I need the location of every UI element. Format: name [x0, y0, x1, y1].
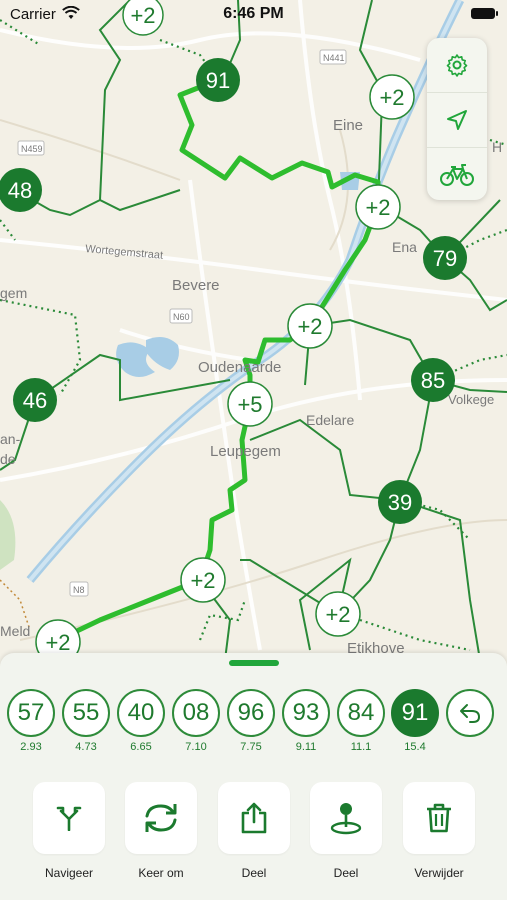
share-button[interactable]: Deel: [214, 782, 294, 880]
map-node[interactable]: 91: [196, 58, 240, 102]
road-label-n441: N441: [323, 53, 345, 63]
action-label: Deel: [333, 866, 359, 880]
route-node-current[interactable]: 91 15.4: [391, 689, 439, 753]
map-node[interactable]: 48: [0, 168, 42, 212]
node-distance: 15.4: [404, 741, 426, 753]
map-node[interactable]: 85: [411, 358, 455, 402]
map-label-gem: gem: [0, 285, 27, 301]
action-label: Keer om: [138, 866, 184, 880]
delete-button[interactable]: Verwijder: [399, 782, 479, 880]
share-icon: [241, 802, 267, 834]
node-distance: 7.10: [185, 741, 207, 753]
road-label-n459: N459: [21, 144, 43, 154]
reverse-button[interactable]: Keer om: [121, 782, 201, 880]
navigate-fork-icon: [56, 806, 82, 831]
node-number: 84: [337, 689, 385, 737]
map-label-de: de: [0, 451, 16, 467]
bicycle-icon: [440, 164, 474, 186]
svg-text:85: 85: [421, 368, 445, 393]
node-number: 57: [7, 689, 55, 737]
node-distance: 11.1: [350, 741, 372, 753]
svg-text:+2: +2: [45, 630, 70, 655]
svg-text:+2: +2: [190, 568, 215, 593]
node-number: 96: [227, 689, 275, 737]
node-distance: 7.75: [240, 741, 262, 753]
trash-icon: [427, 803, 451, 833]
map-label-bevere: Bevere: [172, 277, 220, 294]
route-node[interactable]: 08 7.10: [172, 689, 220, 753]
map-node[interactable]: 79: [423, 236, 467, 280]
svg-text:91: 91: [206, 68, 230, 93]
svg-text:+2: +2: [379, 85, 404, 110]
map-label-ena: Ena: [392, 239, 417, 255]
node-distance: 9.11: [295, 741, 317, 753]
action-label: Deel: [241, 866, 267, 880]
navigate-button[interactable]: Navigeer: [29, 782, 109, 880]
map-label-meld: Meld: [0, 623, 30, 639]
svg-text:+2: +2: [297, 314, 322, 339]
node-number: 08: [172, 689, 220, 737]
node-distance: 4.73: [75, 741, 97, 753]
sheet-grabber[interactable]: [229, 660, 279, 666]
map-node[interactable]: +5: [227, 381, 273, 427]
route-node[interactable]: 57 2.93: [7, 689, 55, 753]
map-label-an: an-: [0, 431, 21, 447]
route-node[interactable]: 40 6.65: [117, 689, 165, 753]
location-arrow-icon: [447, 110, 467, 130]
node-distance: 6.65: [130, 741, 152, 753]
map-label-leupegem: Leupegem: [210, 443, 281, 460]
map-label-eine: Eine: [333, 117, 363, 134]
reverse-arrows-icon: [145, 804, 177, 832]
route-node[interactable]: 55 4.73: [62, 689, 110, 753]
node-number: 55: [62, 689, 110, 737]
gear-icon: [446, 54, 468, 77]
road-label-n60: N60: [173, 312, 190, 322]
map-node[interactable]: +2: [369, 74, 415, 120]
route-node-list: 57 2.93 55 4.73 40 6.65 08 7.10 96 7.75 …: [0, 689, 507, 759]
map-node[interactable]: +2: [315, 591, 361, 637]
map-label-edelare: Edelare: [306, 412, 354, 428]
battery-icon: [471, 8, 498, 19]
route-node[interactable]: 84 11.1: [337, 689, 385, 753]
map-node[interactable]: +2: [180, 557, 226, 603]
svg-text:39: 39: [388, 490, 412, 515]
map-node[interactable]: 46: [13, 378, 57, 422]
node-number: 91: [391, 689, 439, 737]
map-node[interactable]: 39: [378, 480, 422, 524]
svg-text:48: 48: [8, 178, 32, 203]
svg-text:79: 79: [433, 246, 457, 271]
action-label: Navigeer: [44, 866, 94, 880]
svg-text:+2: +2: [325, 602, 350, 627]
road-label-n8: N8: [73, 585, 85, 595]
map-node[interactable]: +2: [287, 303, 333, 349]
node-number: 93: [282, 689, 330, 737]
cycling-mode-button[interactable]: [427, 148, 487, 202]
node-distance: 2.93: [20, 741, 42, 753]
svg-text:+5: +5: [237, 392, 262, 417]
map-label-volkege: Volkege: [448, 392, 494, 407]
share-location-button[interactable]: Deel: [306, 782, 386, 880]
svg-text:+2: +2: [365, 195, 390, 220]
map-pin-share-icon: [330, 803, 362, 835]
status-time: 6:46 PM: [223, 5, 284, 22]
action-label: Verwijder: [414, 866, 464, 880]
status-bar: Carrier 6:46 PM: [0, 0, 507, 30]
node-number: 40: [117, 689, 165, 737]
svg-text:46: 46: [23, 388, 47, 413]
settings-button[interactable]: [427, 38, 487, 93]
action-bar: Navigeer Keer om Deel Deel Verwijder: [0, 782, 507, 892]
map-controls: [427, 38, 487, 200]
undo-arrow-icon: [460, 704, 480, 723]
map-label-oudenaarde: Oudenaarde: [198, 359, 281, 376]
route-sheet: 57 2.93 55 4.73 40 6.65 08 7.10 96 7.75 …: [0, 653, 507, 900]
map-node[interactable]: +2: [355, 184, 401, 230]
undo-button[interactable]: [446, 689, 494, 737]
route-node[interactable]: 96 7.75: [227, 689, 275, 753]
route-node[interactable]: 93 9.11: [282, 689, 330, 753]
map-label-h: H: [492, 139, 502, 155]
locate-button[interactable]: [427, 93, 487, 148]
